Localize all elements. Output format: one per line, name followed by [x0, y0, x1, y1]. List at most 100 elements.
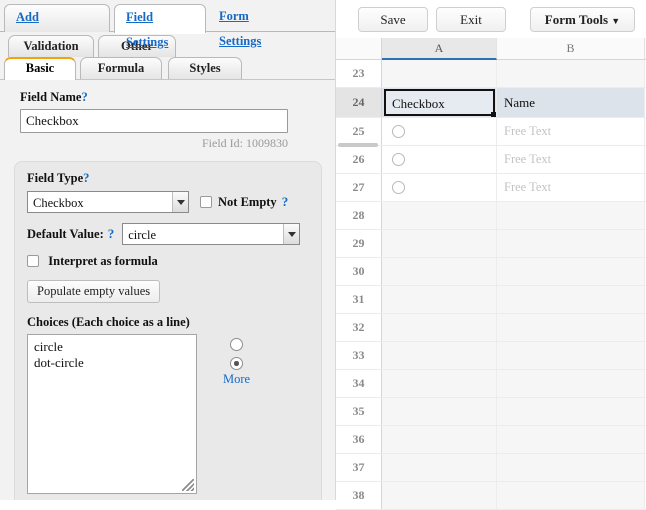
spreadsheet-grid: A B 23 24 Checkbox Name 25 Free Text 26 Free Te…: [336, 38, 646, 510]
cell-b[interactable]: [497, 258, 645, 285]
cell-a[interactable]: [382, 286, 497, 313]
cell-a[interactable]: [382, 258, 497, 285]
not-empty-checkbox[interactable]: [200, 196, 212, 208]
cell-a[interactable]: [382, 482, 497, 509]
circle-icon[interactable]: [392, 153, 405, 166]
form-tools-button[interactable]: Form Tools ▼: [530, 6, 635, 32]
cell-b[interactable]: [497, 482, 645, 509]
table-row[interactable]: 31: [336, 286, 646, 314]
row-header[interactable]: 35: [336, 398, 382, 425]
table-row[interactable]: 23: [336, 60, 646, 88]
cell-b[interactable]: [497, 426, 645, 453]
cell-a[interactable]: [382, 370, 497, 397]
cell-a[interactable]: [382, 174, 497, 201]
cell-a[interactable]: [382, 314, 497, 341]
table-row[interactable]: 29: [336, 230, 646, 258]
table-row[interactable]: 33: [336, 342, 646, 370]
row-header[interactable]: 32: [336, 314, 382, 341]
resize-grip-icon[interactable]: [182, 479, 194, 491]
cell-b[interactable]: [497, 454, 645, 481]
cell-a[interactable]: [382, 454, 497, 481]
more-link[interactable]: More: [223, 372, 250, 387]
field-type-select[interactable]: Checkbox: [27, 191, 189, 213]
cell-b[interactable]: [497, 342, 645, 369]
cell-a[interactable]: [382, 342, 497, 369]
row-header[interactable]: 28: [336, 202, 382, 229]
table-row[interactable]: 26 Free Text: [336, 146, 646, 174]
cell-b[interactable]: [497, 314, 645, 341]
row-header[interactable]: 37: [336, 454, 382, 481]
row-header[interactable]: 23: [336, 60, 382, 87]
cell-placeholder: Free Text: [504, 124, 552, 138]
row-header[interactable]: 33: [336, 342, 382, 369]
table-row[interactable]: 30: [336, 258, 646, 286]
chevron-down-icon: [283, 224, 300, 244]
cell-b[interactable]: [497, 230, 645, 257]
table-row[interactable]: 34: [336, 370, 646, 398]
cell-b[interactable]: [497, 60, 645, 87]
table-row[interactable]: 25 Free Text: [336, 118, 646, 146]
tab-formula[interactable]: Formula: [80, 57, 162, 80]
row-header[interactable]: 34: [336, 370, 382, 397]
row-header[interactable]: 36: [336, 426, 382, 453]
horizontal-scrollbar[interactable]: [338, 143, 378, 147]
cell-a[interactable]: [382, 202, 497, 229]
fill-handle[interactable]: [491, 112, 496, 117]
cell-b[interactable]: [497, 370, 645, 397]
row-header[interactable]: 25: [336, 118, 382, 145]
table-row[interactable]: 32: [336, 314, 646, 342]
cell-b[interactable]: Free Text: [497, 174, 645, 201]
field-name-help-icon[interactable]: ?: [81, 90, 87, 104]
table-row[interactable]: 24 Checkbox Name: [336, 88, 646, 118]
cell-a[interactable]: [382, 398, 497, 425]
cell-a[interactable]: [382, 230, 497, 257]
table-row[interactable]: 36: [336, 426, 646, 454]
column-header-a[interactable]: A: [382, 38, 497, 60]
table-row[interactable]: 28: [336, 202, 646, 230]
interpret-as-formula-checkbox[interactable]: [27, 255, 39, 267]
exit-button[interactable]: Exit: [436, 6, 506, 32]
row-header[interactable]: 24: [336, 88, 382, 117]
cell-b[interactable]: Name: [497, 88, 645, 117]
cell-b[interactable]: [497, 202, 645, 229]
choices-textarea[interactable]: circle dot-circle: [27, 334, 197, 494]
tab-styles[interactable]: Styles: [168, 57, 242, 80]
circle-icon[interactable]: [392, 181, 405, 194]
cell-b[interactable]: [497, 398, 645, 425]
not-empty-help-icon[interactable]: ?: [282, 194, 289, 210]
tab-add-components[interactable]: Add Components: [4, 4, 110, 49]
cell-a[interactable]: [382, 146, 497, 173]
table-row[interactable]: 35: [336, 398, 646, 426]
table-row[interactable]: 38: [336, 482, 646, 510]
row-header[interactable]: 27: [336, 174, 382, 201]
table-row[interactable]: 37: [336, 454, 646, 482]
cell-a[interactable]: [382, 60, 497, 87]
populate-empty-values-button[interactable]: Populate empty values: [27, 280, 161, 303]
default-value-help-icon[interactable]: ?: [108, 226, 115, 242]
row-header[interactable]: 29: [336, 230, 382, 257]
tab-basic[interactable]: Basic: [4, 57, 76, 80]
row-header[interactable]: 31: [336, 286, 382, 313]
tab-form-settings[interactable]: Form Settings: [208, 4, 302, 48]
cell-a[interactable]: [382, 118, 497, 145]
row-header[interactable]: 38: [336, 482, 382, 509]
field-name-input[interactable]: [20, 109, 288, 133]
cell-b[interactable]: Free Text: [497, 118, 645, 145]
field-type-help-icon[interactable]: ?: [83, 171, 89, 185]
save-button[interactable]: Save: [358, 6, 428, 32]
row-header[interactable]: 26: [336, 146, 382, 173]
primary-tab-bar: Add Components Field Settings Form Setti…: [0, 0, 335, 49]
cell-b[interactable]: [497, 286, 645, 313]
active-cell[interactable]: Checkbox: [384, 89, 496, 117]
cell-a[interactable]: [382, 426, 497, 453]
table-row[interactable]: 27 Free Text: [336, 174, 646, 202]
circle-icon[interactable]: [392, 125, 405, 138]
default-value-select[interactable]: circle: [122, 223, 301, 245]
row-header[interactable]: 30: [336, 258, 382, 285]
cell-b[interactable]: Free Text: [497, 146, 645, 173]
tab-field-settings[interactable]: Field Settings: [114, 4, 206, 49]
field-config-card: Field Type? Checkbox Not Empty ? Default…: [14, 161, 322, 500]
tab-validation[interactable]: Validation: [8, 35, 94, 57]
column-header-b[interactable]: B: [497, 38, 645, 59]
cell-a[interactable]: Checkbox: [382, 88, 497, 117]
